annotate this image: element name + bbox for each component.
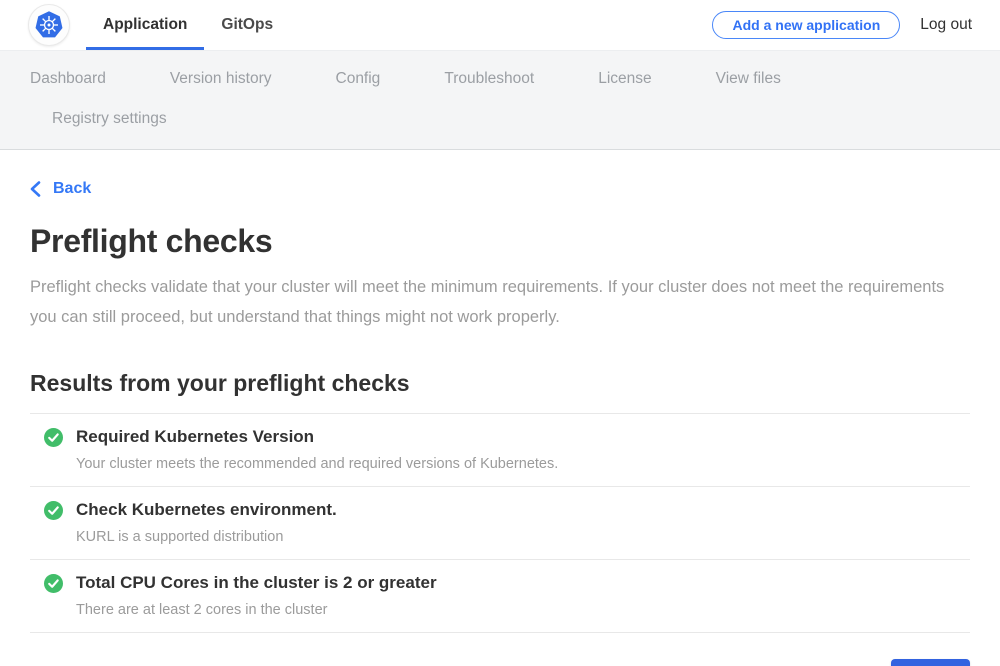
divider bbox=[30, 632, 970, 633]
app-subnav: Dashboard Version history Config Trouble… bbox=[0, 51, 1000, 150]
header-actions: Add a new application Log out bbox=[712, 0, 1000, 50]
subnav-item-dashboard[interactable]: Dashboard bbox=[30, 70, 106, 88]
check-pass-icon bbox=[44, 574, 63, 593]
top-header: Application GitOps Add a new application… bbox=[0, 0, 1000, 51]
tab-application-label: Application bbox=[103, 16, 187, 34]
check-title: Required Kubernetes Version bbox=[76, 427, 314, 447]
subnav-item-license[interactable]: License bbox=[598, 70, 651, 88]
subnav-item-version-history[interactable]: Version history bbox=[170, 70, 272, 88]
results-heading: Results from your preflight checks bbox=[30, 370, 970, 397]
tab-gitops[interactable]: GitOps bbox=[204, 0, 290, 50]
rerun-button[interactable]: Re-run bbox=[891, 659, 970, 666]
back-label: Back bbox=[53, 180, 91, 198]
check-pass-icon bbox=[44, 501, 63, 520]
check-message: KURL is a supported distribution bbox=[76, 529, 970, 545]
add-new-application-button[interactable]: Add a new application bbox=[712, 11, 900, 39]
check-title: Check Kubernetes environment. bbox=[76, 500, 337, 520]
tab-application[interactable]: Application bbox=[86, 0, 204, 50]
preflight-check-row: Required Kubernetes Version Your cluster… bbox=[30, 414, 970, 472]
preflight-check-row: Check Kubernetes environment. KURL is a … bbox=[30, 487, 970, 545]
subnav-item-troubleshoot[interactable]: Troubleshoot bbox=[444, 70, 534, 88]
subnav-item-view-files[interactable]: View files bbox=[716, 70, 781, 88]
check-message: There are at least 2 cores in the cluste… bbox=[76, 602, 970, 618]
page-actions: Re-run bbox=[30, 659, 970, 666]
page-description: Preflight checks validate that your clus… bbox=[30, 272, 955, 332]
back-link[interactable]: Back bbox=[30, 180, 91, 198]
check-pass-icon bbox=[44, 428, 63, 447]
check-title: Total CPU Cores in the cluster is 2 or g… bbox=[76, 573, 437, 593]
primary-tabs: Application GitOps bbox=[86, 0, 290, 50]
subnav-item-config[interactable]: Config bbox=[336, 70, 381, 88]
preflight-checks-page: Back Preflight checks Preflight checks v… bbox=[0, 150, 1000, 666]
subnav-item-registry-settings[interactable]: Registry settings bbox=[52, 110, 167, 128]
page-title: Preflight checks bbox=[30, 223, 970, 260]
subnav-row-2: Registry settings bbox=[0, 99, 1000, 139]
chevron-left-icon bbox=[30, 181, 41, 197]
subnav-row-1: Dashboard Version history Config Trouble… bbox=[0, 59, 1000, 99]
check-message: Your cluster meets the recommended and r… bbox=[76, 456, 970, 472]
tab-gitops-label: GitOps bbox=[221, 16, 273, 34]
kubernetes-logo bbox=[28, 4, 70, 46]
preflight-check-row: Total CPU Cores in the cluster is 2 or g… bbox=[30, 560, 970, 618]
logout-link[interactable]: Log out bbox=[920, 16, 972, 34]
kubernetes-helm-icon bbox=[34, 10, 64, 40]
